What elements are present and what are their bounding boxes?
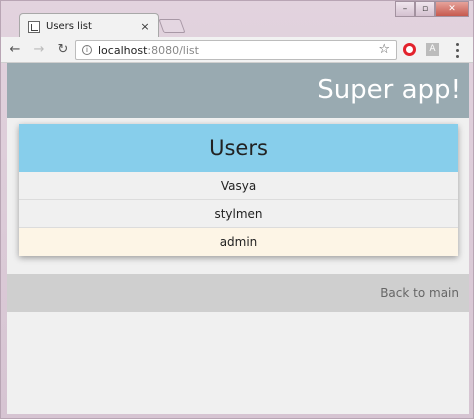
users-heading: Users: [19, 124, 458, 172]
maximize-button[interactable]: ▫: [415, 1, 435, 17]
reload-icon[interactable]: ↻: [53, 40, 73, 60]
tab-strip: Users list × – ▫ ✕: [1, 1, 473, 39]
bookmark-star-icon[interactable]: ☆: [378, 42, 390, 57]
page-viewport: Super app! Users Vasya stylmen admin Bac…: [7, 63, 469, 414]
url-path: :8080/list: [147, 43, 199, 57]
user-name: admin: [219, 235, 258, 249]
window-controls: – ▫ ✕: [395, 1, 469, 17]
tab-title: Users list: [46, 21, 92, 32]
footer-bar: Back to main: [7, 274, 469, 312]
app-title: Super app!: [317, 75, 461, 105]
user-row[interactable]: Vasya: [19, 172, 458, 200]
close-window-button[interactable]: ✕: [435, 1, 469, 17]
url-host: localhost: [98, 43, 148, 57]
info-icon[interactable]: i: [82, 45, 92, 55]
user-name: Vasya: [220, 178, 257, 193]
tab-users-list[interactable]: Users list ×: [19, 13, 159, 39]
browser-menu-icon[interactable]: [453, 41, 461, 59]
back-arrow-icon[interactable]: ←: [5, 40, 25, 60]
address-bar[interactable]: i localhost :8080/list ☆: [75, 40, 397, 60]
forward-arrow-icon[interactable]: →: [29, 40, 49, 60]
browser-toolbar: ← → ↻ i localhost :8080/list ☆ A: [1, 37, 473, 63]
page-favicon-icon: [28, 20, 40, 33]
user-row[interactable]: admin: [19, 228, 458, 256]
browser-window: Users list × – ▫ ✕ ← → ↻ i localhost :80…: [0, 0, 474, 419]
tab-close-icon[interactable]: ×: [138, 20, 152, 33]
minimize-button[interactable]: –: [395, 1, 415, 17]
opera-extension-icon[interactable]: [403, 43, 416, 56]
new-tab-button[interactable]: [158, 19, 186, 33]
back-to-main-link[interactable]: Back to main: [380, 286, 459, 300]
user-row[interactable]: stylmen: [19, 200, 458, 228]
app-header: Super app!: [7, 63, 469, 118]
extension-a-icon[interactable]: A: [426, 43, 439, 56]
user-name: stylmen: [214, 206, 263, 221]
users-card: Users Vasya stylmen admin: [19, 124, 458, 256]
